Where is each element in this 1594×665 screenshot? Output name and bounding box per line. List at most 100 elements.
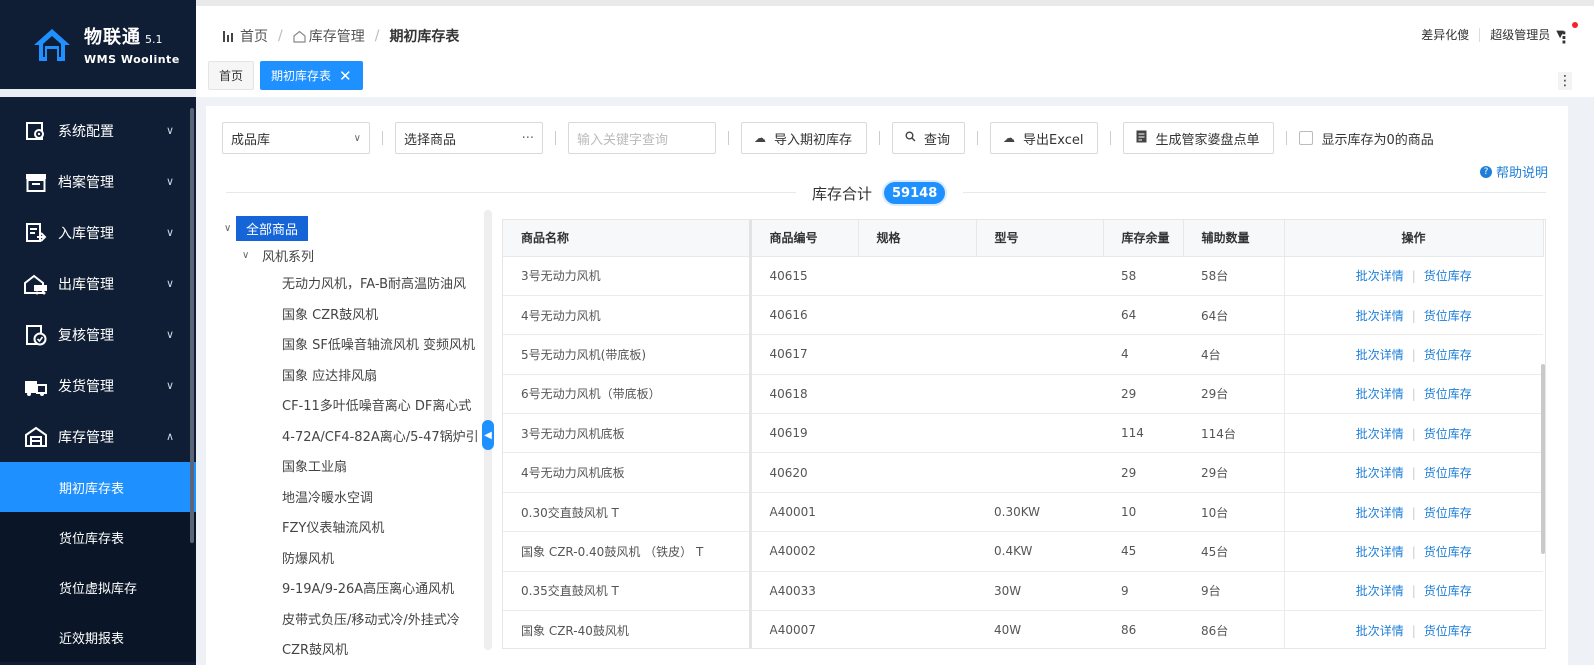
cell-aux: 10台 — [1183, 492, 1284, 533]
keyword-input[interactable]: 输入关键字查询 — [568, 122, 716, 154]
cell-actions: 批次详情 | 货位库存 — [1283, 452, 1543, 493]
tree-leaf[interactable]: 地温冷暖水空调 — [224, 484, 482, 515]
sidebar-item-inbound[interactable]: 入库管理 ∨ — [0, 207, 196, 258]
tree-leaf[interactable]: 4-72A/CF4-82A离心/5-47锅炉引 — [224, 423, 482, 454]
product-select[interactable]: 选择商品 ··· — [395, 122, 543, 154]
column-header[interactable]: 辅助数量 — [1183, 220, 1285, 257]
column-header[interactable]: 库存余量 — [1103, 220, 1184, 257]
sidebar-item-outbound[interactable]: 出库管理 ∨ — [0, 258, 196, 309]
table-row[interactable]: 3号无动力风机底板 40619 114 114台 批次详情 | 货位库存 — [503, 413, 1543, 454]
tree-leaf[interactable]: FZY仪表轴流风机 — [224, 514, 482, 545]
column-header[interactable]: 商品名称 — [503, 220, 752, 257]
table-scrollbar[interactable] — [1541, 364, 1545, 554]
tab-home[interactable]: 首页 — [208, 61, 255, 90]
breadcrumb-home[interactable]: 首页 — [240, 26, 268, 46]
cell-qty: 58 — [1103, 256, 1183, 296]
show-zero-checkbox[interactable]: 显示库存为0的商品 — [1299, 129, 1434, 148]
sidebar-item-archive[interactable]: 档案管理 ∨ — [0, 156, 196, 207]
column-header[interactable]: 型号 — [976, 220, 1104, 257]
cell-qty: 114 — [1103, 413, 1183, 454]
cell-name: 3号无动力风机 — [503, 256, 752, 296]
tree-leaf[interactable]: 国象工业扇 — [224, 453, 482, 484]
sidebar-item-system-config[interactable]: 系统配置 ∨ — [0, 105, 196, 156]
collapse-panel-icon[interactable]: ◀ — [482, 420, 494, 450]
tree-leaf[interactable]: 9-19A/9-26A高压离心通风机 — [224, 575, 482, 606]
generate-count-sheet-button[interactable]: 生成管家婆盘点单 — [1123, 122, 1275, 154]
sidebar-item-review[interactable]: 复核管理 ∨ — [0, 309, 196, 360]
location-stock-link[interactable]: 货位库存 — [1424, 545, 1472, 559]
cell-name: 5号无动力风机(带底板) — [503, 334, 752, 375]
batch-detail-link[interactable]: 批次详情 — [1356, 545, 1404, 559]
import-button[interactable]: ☁ 导入期初库存 — [741, 122, 868, 154]
table-row[interactable]: 国象 CZR-40鼓风机 A40007 40W 86 86台 批次详情 | 货位库存 — [503, 610, 1543, 648]
sidebar-subitem-initial-stock[interactable]: 期初库存表 — [0, 462, 196, 512]
tree-leaf[interactable]: 国象 应达排风扇 — [224, 362, 482, 393]
table-row[interactable]: 5号无动力风机(带底板) 40617 4 4台 批次详情 | 货位库存 — [503, 334, 1543, 375]
warehouse-select-value: 成品库 — [231, 132, 271, 148]
location-stock-link[interactable]: 货位库存 — [1424, 427, 1472, 441]
tree-leaf[interactable]: CZR鼓风机 — [224, 636, 482, 656]
checkbox-box[interactable] — [1299, 131, 1314, 145]
user-menu[interactable]: 超级管理员 — [1490, 26, 1550, 43]
batch-detail-link[interactable]: 批次详情 — [1356, 309, 1404, 323]
column-header[interactable]: 规格 — [858, 220, 977, 257]
batch-detail-link[interactable]: 批次详情 — [1356, 269, 1404, 283]
location-stock-link[interactable]: 货位库存 — [1424, 506, 1472, 520]
table-row[interactable]: 3号无动力风机 40615 58 58台 批次详情 | 货位库存 — [503, 256, 1543, 296]
batch-detail-link[interactable]: 批次详情 — [1356, 506, 1404, 520]
warehouse-select[interactable]: 成品库 ∨ — [222, 122, 370, 154]
cell-name: 0.30交直鼓风机 T — [503, 492, 752, 533]
location-stock-link[interactable]: 货位库存 — [1424, 584, 1472, 598]
table-row[interactable]: 6号无动力风机（带底板） 40618 29 29台 批次详情 | 货位库存 — [503, 374, 1543, 415]
export-button[interactable]: ☁ 导出Excel — [990, 122, 1099, 154]
more-vertical-icon[interactable]: ⋮ — [1556, 28, 1572, 47]
sidebar-item-shipping[interactable]: 发货管理 ∨ — [0, 360, 196, 411]
ellipsis-icon[interactable]: ··· — [522, 131, 534, 146]
table-row[interactable]: 0.30交直鼓风机 T A40001 0.30KW 10 10台 批次详情 | 货位… — [503, 492, 1543, 533]
location-stock-link[interactable]: 货位库存 — [1424, 309, 1472, 323]
tree-leaf[interactable]: 防爆风机 — [224, 545, 482, 576]
tree-leaf[interactable]: CF-11多叶低噪音离心 DF离心式 — [224, 392, 482, 423]
sidebar-subitem-expiry-report[interactable]: 近效期报表 — [0, 612, 196, 662]
table-row[interactable]: 0.35交直鼓风机 T A40033 30W 9 9台 批次详情 | 货位库存 — [503, 571, 1543, 612]
tab-initial-stock[interactable]: 期初库存表 ✕ — [260, 61, 363, 90]
tree-leaf[interactable]: 国象 CZR鼓风机 — [224, 301, 482, 332]
tree-group[interactable]: ∨ 风机系列 — [224, 240, 482, 270]
help-link[interactable]: ? 帮助说明 — [1479, 162, 1548, 181]
batch-detail-link[interactable]: 批次详情 — [1356, 466, 1404, 480]
location-stock-link[interactable]: 货位库存 — [1424, 348, 1472, 362]
notification-dot — [1572, 22, 1578, 28]
location-stock-link[interactable]: 货位库存 — [1424, 269, 1472, 283]
chevron-down-icon[interactable]: ∨ — [242, 250, 262, 261]
batch-detail-link[interactable]: 批次详情 — [1356, 387, 1404, 401]
table-row[interactable]: 4号无动力风机底板 40620 29 29台 批次详情 | 货位库存 — [503, 452, 1543, 493]
cell-name: 3号无动力风机底板 — [503, 413, 752, 454]
column-header[interactable]: 商品编号 — [750, 220, 859, 257]
tree-leaf[interactable]: 无动力风机，FA-B耐高温防油风 — [224, 270, 482, 301]
tree-root[interactable]: ∨ 全部商品 — [224, 216, 482, 241]
tree-leaf[interactable]: 国象 SF低噪音轴流风机 变频风机 — [224, 331, 482, 362]
batch-detail-link[interactable]: 批次详情 — [1356, 348, 1404, 362]
batch-detail-link[interactable]: 批次详情 — [1356, 624, 1404, 638]
breadcrumb-inventory[interactable]: 库存管理 — [309, 26, 365, 46]
sidebar-subitem-location-stock[interactable]: 货位库存表 — [0, 512, 196, 562]
sidebar-subitem-virtual-stock[interactable]: 货位虚拟库存 — [0, 562, 196, 612]
batch-detail-link[interactable]: 批次详情 — [1356, 427, 1404, 441]
tab-menu-icon[interactable]: ⋮ — [1558, 72, 1572, 90]
table-row[interactable]: 4号无动力风机 40616 64 64台 批次详情 | 货位库存 — [503, 295, 1543, 336]
location-stock-link[interactable]: 货位库存 — [1424, 466, 1472, 480]
batch-detail-link[interactable]: 批次详情 — [1356, 584, 1404, 598]
cell-code: A40033 — [750, 571, 858, 612]
tree-leaf[interactable]: 皮带式负压/移动式冷/外挂式冷 — [224, 606, 482, 637]
sidebar-item-inventory[interactable]: 库存管理 ∧ — [0, 411, 196, 462]
cell-model — [976, 295, 1103, 336]
chevron-down-icon[interactable]: ∨ — [224, 223, 236, 234]
sidebar-scrollbar[interactable] — [190, 108, 194, 543]
location-stock-link[interactable]: 货位库存 — [1424, 624, 1472, 638]
diff-link[interactable]: 差异化傻 — [1421, 26, 1469, 43]
sidebar-item-label: 档案管理 — [58, 174, 114, 191]
close-icon[interactable]: ✕ — [339, 67, 352, 85]
location-stock-link[interactable]: 货位库存 — [1424, 387, 1472, 401]
query-button[interactable]: 查询 — [892, 122, 966, 154]
table-row[interactable]: 国象 CZR-0.40鼓风机 （铁皮） T A40002 0.4KW 45 45… — [503, 531, 1543, 572]
